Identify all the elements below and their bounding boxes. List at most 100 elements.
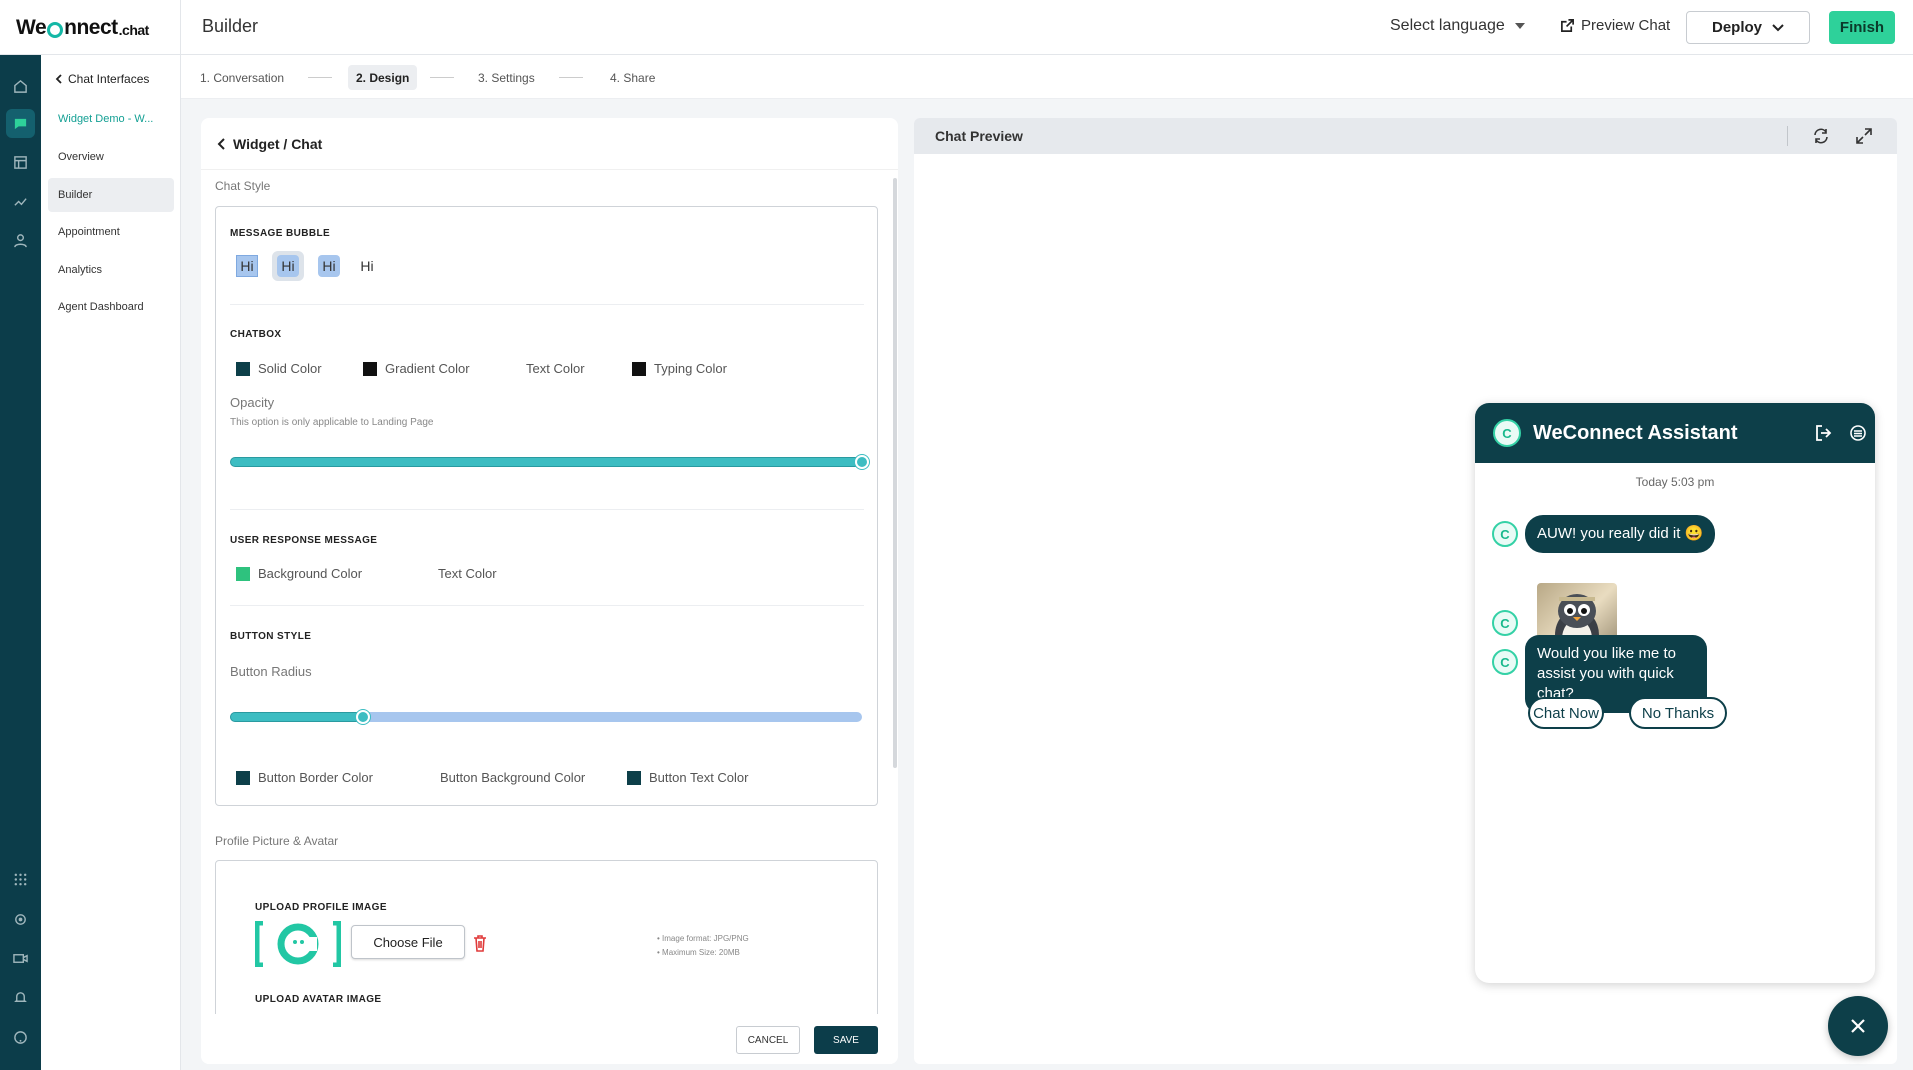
button-background-color[interactable]: Button Background Color <box>418 770 585 785</box>
bot-avatar: C <box>1492 610 1518 636</box>
divider <box>230 509 864 510</box>
deploy-label: Deploy <box>1711 19 1762 36</box>
sidebar-item-widget-demo[interactable]: Widget Demo - W... <box>48 102 174 136</box>
expand-icon[interactable] <box>1855 127 1873 150</box>
button-radius-slider-fill <box>230 712 364 722</box>
choose-file-button[interactable]: Choose File <box>351 925 465 959</box>
widget-title: WeConnect Assistant <box>1533 421 1738 444</box>
profile-logo-image <box>254 920 342 968</box>
bubble-style-rounded[interactable]: Hi <box>318 255 340 277</box>
top-bar: We nnect .chat Builder Select language Pre… <box>0 0 1913 55</box>
chatbox-gradient-color[interactable]: Gradient Color <box>363 361 470 376</box>
user-response-caption: USER RESPONSE MESSAGE <box>230 535 378 546</box>
chat-preview-title: Chat Preview <box>935 128 1023 144</box>
chat-preview-header: Chat Preview <box>914 118 1897 154</box>
design-panel: Widget / Chat Chat Style MESSAGE BUBBLE … <box>201 118 898 1064</box>
back-label: Chat Interfaces <box>68 72 150 86</box>
table-icon[interactable] <box>6 148 35 177</box>
user-response-background-color[interactable]: Background Color <box>236 566 362 581</box>
video-icon[interactable] <box>6 944 35 973</box>
step-share[interactable]: 4. Share <box>602 65 663 90</box>
quick-reply-chat-now[interactable]: Chat Now <box>1528 697 1604 729</box>
home-icon[interactable] <box>6 72 35 101</box>
panel-scrollbar[interactable] <box>893 178 897 768</box>
color-swatch <box>418 770 432 785</box>
button-border-color[interactable]: Button Border Color <box>236 770 373 785</box>
sidebar-item-overview[interactable]: Overview <box>48 140 174 174</box>
close-icon <box>1851 1019 1865 1033</box>
trash-icon[interactable] <box>473 934 487 957</box>
bubble-style-square[interactable]: Hi <box>236 255 258 277</box>
bubble-sample-text: Hi <box>277 255 299 277</box>
secondary-sidebar: Chat Interfaces Widget Demo - W... Overv… <box>41 55 181 1070</box>
help-icon[interactable] <box>6 1023 35 1052</box>
chevron-left-icon <box>55 74 62 84</box>
deploy-button[interactable]: Deploy <box>1686 11 1810 44</box>
divider <box>230 304 864 305</box>
sidebar-item-appointment[interactable]: Appointment <box>48 215 174 249</box>
logo-text-main: We <box>16 15 47 39</box>
chatbox-caption: CHATBOX <box>230 329 282 340</box>
bell-icon[interactable] <box>6 983 35 1012</box>
back-to-chat-interfaces[interactable]: Chat Interfaces <box>55 72 149 86</box>
refresh-icon[interactable] <box>1812 127 1830 150</box>
page-title: Builder <box>202 16 259 36</box>
chatbox-typing-color[interactable]: Typing Color <box>632 361 727 376</box>
chatbox-text-color[interactable]: Text Color <box>504 361 585 376</box>
chevron-down-icon <box>1772 23 1784 31</box>
opacity-slider-track[interactable] <box>230 457 862 467</box>
bubble-style-rounded-selected[interactable]: Hi <box>272 251 304 281</box>
chat-style-label: Chat Style <box>215 179 271 193</box>
panel-header[interactable]: Widget / Chat <box>201 118 898 170</box>
preview-chat-link[interactable]: Preview Chat <box>1560 17 1670 34</box>
bot-message: AUW! you really did it 😀 <box>1525 515 1716 553</box>
menu-icon[interactable] <box>1849 424 1867 448</box>
option-label: Background Color <box>258 566 363 581</box>
step-design[interactable]: 2. Design <box>348 65 418 90</box>
logo-o-mark <box>47 21 64 38</box>
color-swatch <box>632 361 646 376</box>
logo[interactable]: We nnect .chat <box>0 0 181 55</box>
color-swatch <box>236 566 250 581</box>
button-style-caption: BUTTON STYLE <box>230 631 312 642</box>
gear-icon[interactable] <box>6 905 35 934</box>
language-select[interactable]: Select language <box>1390 17 1525 35</box>
step-conversation[interactable]: 1. Conversation <box>192 65 292 90</box>
chevron-left-icon <box>217 137 225 150</box>
sidebar-item-analytics[interactable]: Analytics <box>48 253 174 287</box>
sidebar-item-agent-dashboard[interactable]: Agent Dashboard <box>48 290 174 324</box>
trend-icon[interactable] <box>6 187 35 216</box>
logout-icon[interactable] <box>1815 424 1833 448</box>
step-divider <box>308 77 332 78</box>
builder-steps: 1. Conversation 2. Design 3. Settings 4.… <box>181 55 1913 99</box>
save-button[interactable]: SAVE <box>814 1026 878 1054</box>
apps-grid-icon[interactable] <box>6 865 35 894</box>
quick-reply-no-thanks[interactable]: No Thanks <box>1629 697 1727 729</box>
opacity-label: Opacity <box>230 395 275 410</box>
user-icon[interactable] <box>6 226 35 255</box>
step-divider <box>430 77 454 78</box>
color-swatch <box>416 566 430 581</box>
caret-down-icon <box>1514 23 1525 29</box>
close-chat-button[interactable] <box>1828 996 1888 1056</box>
assistant-avatar: C <box>1493 419 1521 447</box>
finish-button[interactable]: Finish <box>1829 11 1895 44</box>
sidebar-item-builder[interactable]: Builder <box>48 178 174 212</box>
hint-format: Image format: JPG/PNG <box>657 932 749 946</box>
chatbox-solid-color[interactable]: Solid Color <box>236 361 322 376</box>
upload-profile-caption: UPLOAD PROFILE IMAGE <box>255 902 387 913</box>
color-swatch <box>236 361 250 376</box>
bubble-style-plain[interactable]: Hi <box>356 255 378 277</box>
step-settings[interactable]: 3. Settings <box>470 65 543 90</box>
button-text-color[interactable]: Button Text Color <box>627 770 748 785</box>
chat-icon[interactable] <box>6 109 35 138</box>
opacity-slider-handle[interactable] <box>855 455 869 469</box>
user-response-text-color[interactable]: Text Color <box>416 566 497 581</box>
cancel-button[interactable]: CANCEL <box>736 1026 800 1054</box>
message-timestamp: Today 5:03 pm <box>1635 475 1715 489</box>
color-swatch <box>363 361 377 376</box>
option-label: Solid Color <box>258 361 322 376</box>
hint-size: Maximum Size: 20MB <box>657 946 749 960</box>
bot-avatar: C <box>1492 521 1518 547</box>
button-radius-slider-handle[interactable] <box>356 710 370 724</box>
